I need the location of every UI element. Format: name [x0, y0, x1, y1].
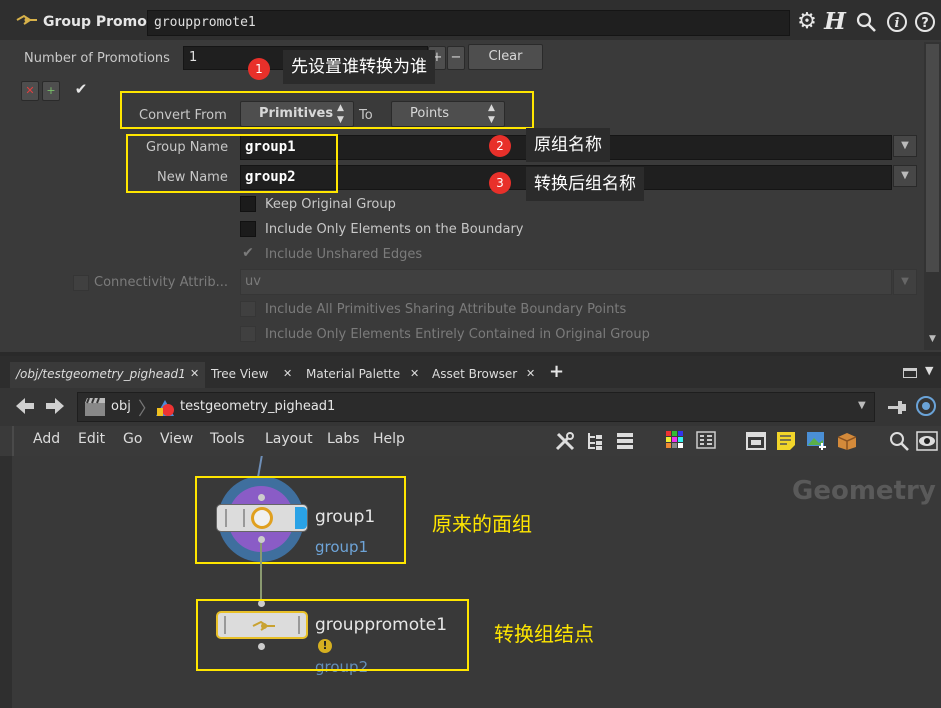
enable-check-icon[interactable]: ✔	[72, 80, 90, 100]
pane-tabs-bar: /obj/testgeometry_pighead1 ✕ Tree View ✕…	[0, 356, 941, 388]
menu-go[interactable]: Go	[123, 431, 142, 447]
path-obj[interactable]: obj	[111, 399, 131, 414]
menu-view[interactable]: View	[160, 431, 193, 447]
path-field[interactable]: obj 〉 testgeometry_pighead1 ▼	[77, 392, 875, 422]
question-icon[interactable]: ?	[914, 11, 936, 33]
remove-instance-button[interactable]: ✕	[21, 81, 39, 101]
color-palette-icon[interactable]	[666, 431, 684, 449]
include-contained-checkbox[interactable]	[240, 326, 256, 342]
include-boundary-checkbox[interactable]	[240, 221, 256, 237]
clear-button[interactable]: Clear	[468, 44, 543, 70]
callout-3-badge: 3	[489, 172, 511, 194]
gear-icon[interactable]: ⚙	[795, 10, 819, 34]
network-menu-bar: Add Edit Go View Tools Layout Labs Help	[0, 426, 941, 456]
node-type-icon	[16, 14, 38, 26]
back-arrow-icon[interactable]	[14, 394, 36, 418]
annotation-original-group: 原来的面组	[432, 512, 532, 536]
scroll-thumb[interactable]	[926, 44, 939, 272]
menu-edit[interactable]: Edit	[78, 431, 105, 447]
highlight-group1-box	[195, 476, 406, 564]
highlight-grouppromote-box	[196, 599, 469, 671]
link-target-icon[interactable]	[915, 395, 937, 417]
path-dropdown-icon[interactable]: ▼	[858, 400, 866, 411]
pin-icon[interactable]	[886, 397, 908, 417]
menu-labs[interactable]: Labs	[327, 431, 360, 447]
menu-bar-handle[interactable]	[12, 426, 20, 456]
remove-promotion-button[interactable]: −	[447, 46, 465, 70]
tab-close-icon[interactable]: ✕	[410, 362, 419, 386]
connecting-wire	[260, 543, 262, 601]
parameter-pane: Group Promote grouppromote1 ⚙ H i ? Numb…	[0, 0, 941, 352]
forward-arrow-icon[interactable]	[44, 394, 66, 418]
path-node[interactable]: testgeometry_pighead1	[180, 399, 335, 414]
scroll-down-arrow[interactable]: ▼	[926, 330, 939, 348]
new-name-dropdown[interactable]: ▼	[893, 165, 917, 187]
path-bar: obj 〉 testgeometry_pighead1 ▼	[0, 388, 941, 426]
shape-palette-icon[interactable]	[696, 431, 716, 449]
info-icon[interactable]: i	[886, 11, 908, 33]
list-view-icon[interactable]	[616, 431, 634, 451]
find-node-icon[interactable]	[888, 430, 910, 452]
callout-2: 原组名称	[526, 128, 610, 162]
include-unshared-label: Include Unshared Edges	[265, 247, 423, 262]
tab-tree-view[interactable]: Tree View ✕	[205, 362, 297, 388]
obj-clapboard-icon	[84, 397, 106, 417]
menu-layout[interactable]: Layout	[265, 431, 313, 447]
node-name-field[interactable]: grouppromote1	[147, 10, 790, 36]
tools-wrench-icon[interactable]	[554, 430, 576, 452]
visibility-eye-icon[interactable]	[916, 430, 938, 452]
add-tab-icon[interactable]: +	[549, 361, 564, 382]
connectivity-dropdown[interactable]: ▼	[893, 269, 917, 295]
include-all-prims-checkbox[interactable]	[240, 301, 256, 317]
annotation-promote-node: 转换组结点	[494, 622, 594, 646]
context-label: Geometry	[792, 476, 936, 506]
node-type-label: Group Promote	[43, 14, 164, 30]
connectivity-toggle[interactable]	[73, 275, 89, 291]
network-box-icon[interactable]	[746, 431, 766, 451]
connectivity-label: Connectivity Attrib...	[94, 275, 229, 290]
keep-original-checkbox[interactable]	[240, 196, 256, 212]
num-promotions-label: Number of Promotions	[24, 51, 170, 66]
network-left-strip	[0, 456, 12, 708]
pane-menu-icon[interactable]: ▼	[925, 364, 933, 377]
parameter-title-bar: Group Promote grouppromote1 ⚙ H i ?	[0, 0, 941, 40]
menu-tools[interactable]: Tools	[210, 431, 245, 447]
tab-close-icon[interactable]: ✕	[526, 362, 535, 386]
include-boundary-label: Include Only Elements on the Boundary	[265, 222, 524, 237]
tree-layout-icon[interactable]	[586, 431, 604, 451]
network-editor[interactable]: Geometry group1 group1 原来的面组 grouppromot…	[12, 456, 941, 708]
param-scrollbar[interactable]: ▼	[924, 42, 941, 350]
include-all-prims-label: Include All Primitives Sharing Attribute…	[265, 302, 627, 317]
include-contained-label: Include Only Elements Entirely Contained…	[265, 327, 650, 342]
input-wire	[257, 456, 263, 476]
tab-material-palette[interactable]: Material Palette ✕	[300, 362, 426, 388]
insert-instance-button[interactable]: +	[42, 81, 60, 101]
search-icon[interactable]	[855, 11, 877, 33]
tab-network[interactable]: /obj/testgeometry_pighead1 ✕	[10, 362, 205, 388]
geometry-node-icon	[154, 398, 176, 418]
callout-1: 先设置谁转换为谁	[283, 50, 435, 84]
callout-2-badge: 2	[489, 135, 511, 157]
svg-text:?: ?	[921, 16, 929, 31]
callout-1-badge: 1	[248, 58, 270, 80]
menu-add[interactable]: Add	[33, 431, 60, 447]
callout-3: 转换后组名称	[526, 167, 644, 201]
connectivity-field[interactable]: uv	[240, 269, 892, 295]
help-h-icon[interactable]: H	[822, 8, 848, 36]
keep-original-label: Keep Original Group	[265, 197, 396, 212]
menu-help[interactable]: Help	[373, 431, 405, 447]
sticky-note-icon[interactable]	[776, 431, 796, 451]
background-image-icon[interactable]	[806, 431, 828, 451]
tab-close-icon[interactable]: ✕	[190, 362, 199, 386]
group-name-dropdown[interactable]: ▼	[893, 135, 917, 157]
tab-close-icon[interactable]: ✕	[283, 362, 292, 386]
svg-text:i: i	[895, 16, 900, 31]
tab-asset-browser[interactable]: Asset Browser ✕	[426, 362, 541, 388]
asset-box-icon[interactable]	[836, 431, 858, 451]
highlight-convert-box	[120, 91, 534, 129]
highlight-names-box	[126, 134, 338, 193]
maximize-pane-icon[interactable]	[903, 368, 917, 378]
include-unshared-checkbox[interactable]: ✔	[240, 245, 256, 261]
